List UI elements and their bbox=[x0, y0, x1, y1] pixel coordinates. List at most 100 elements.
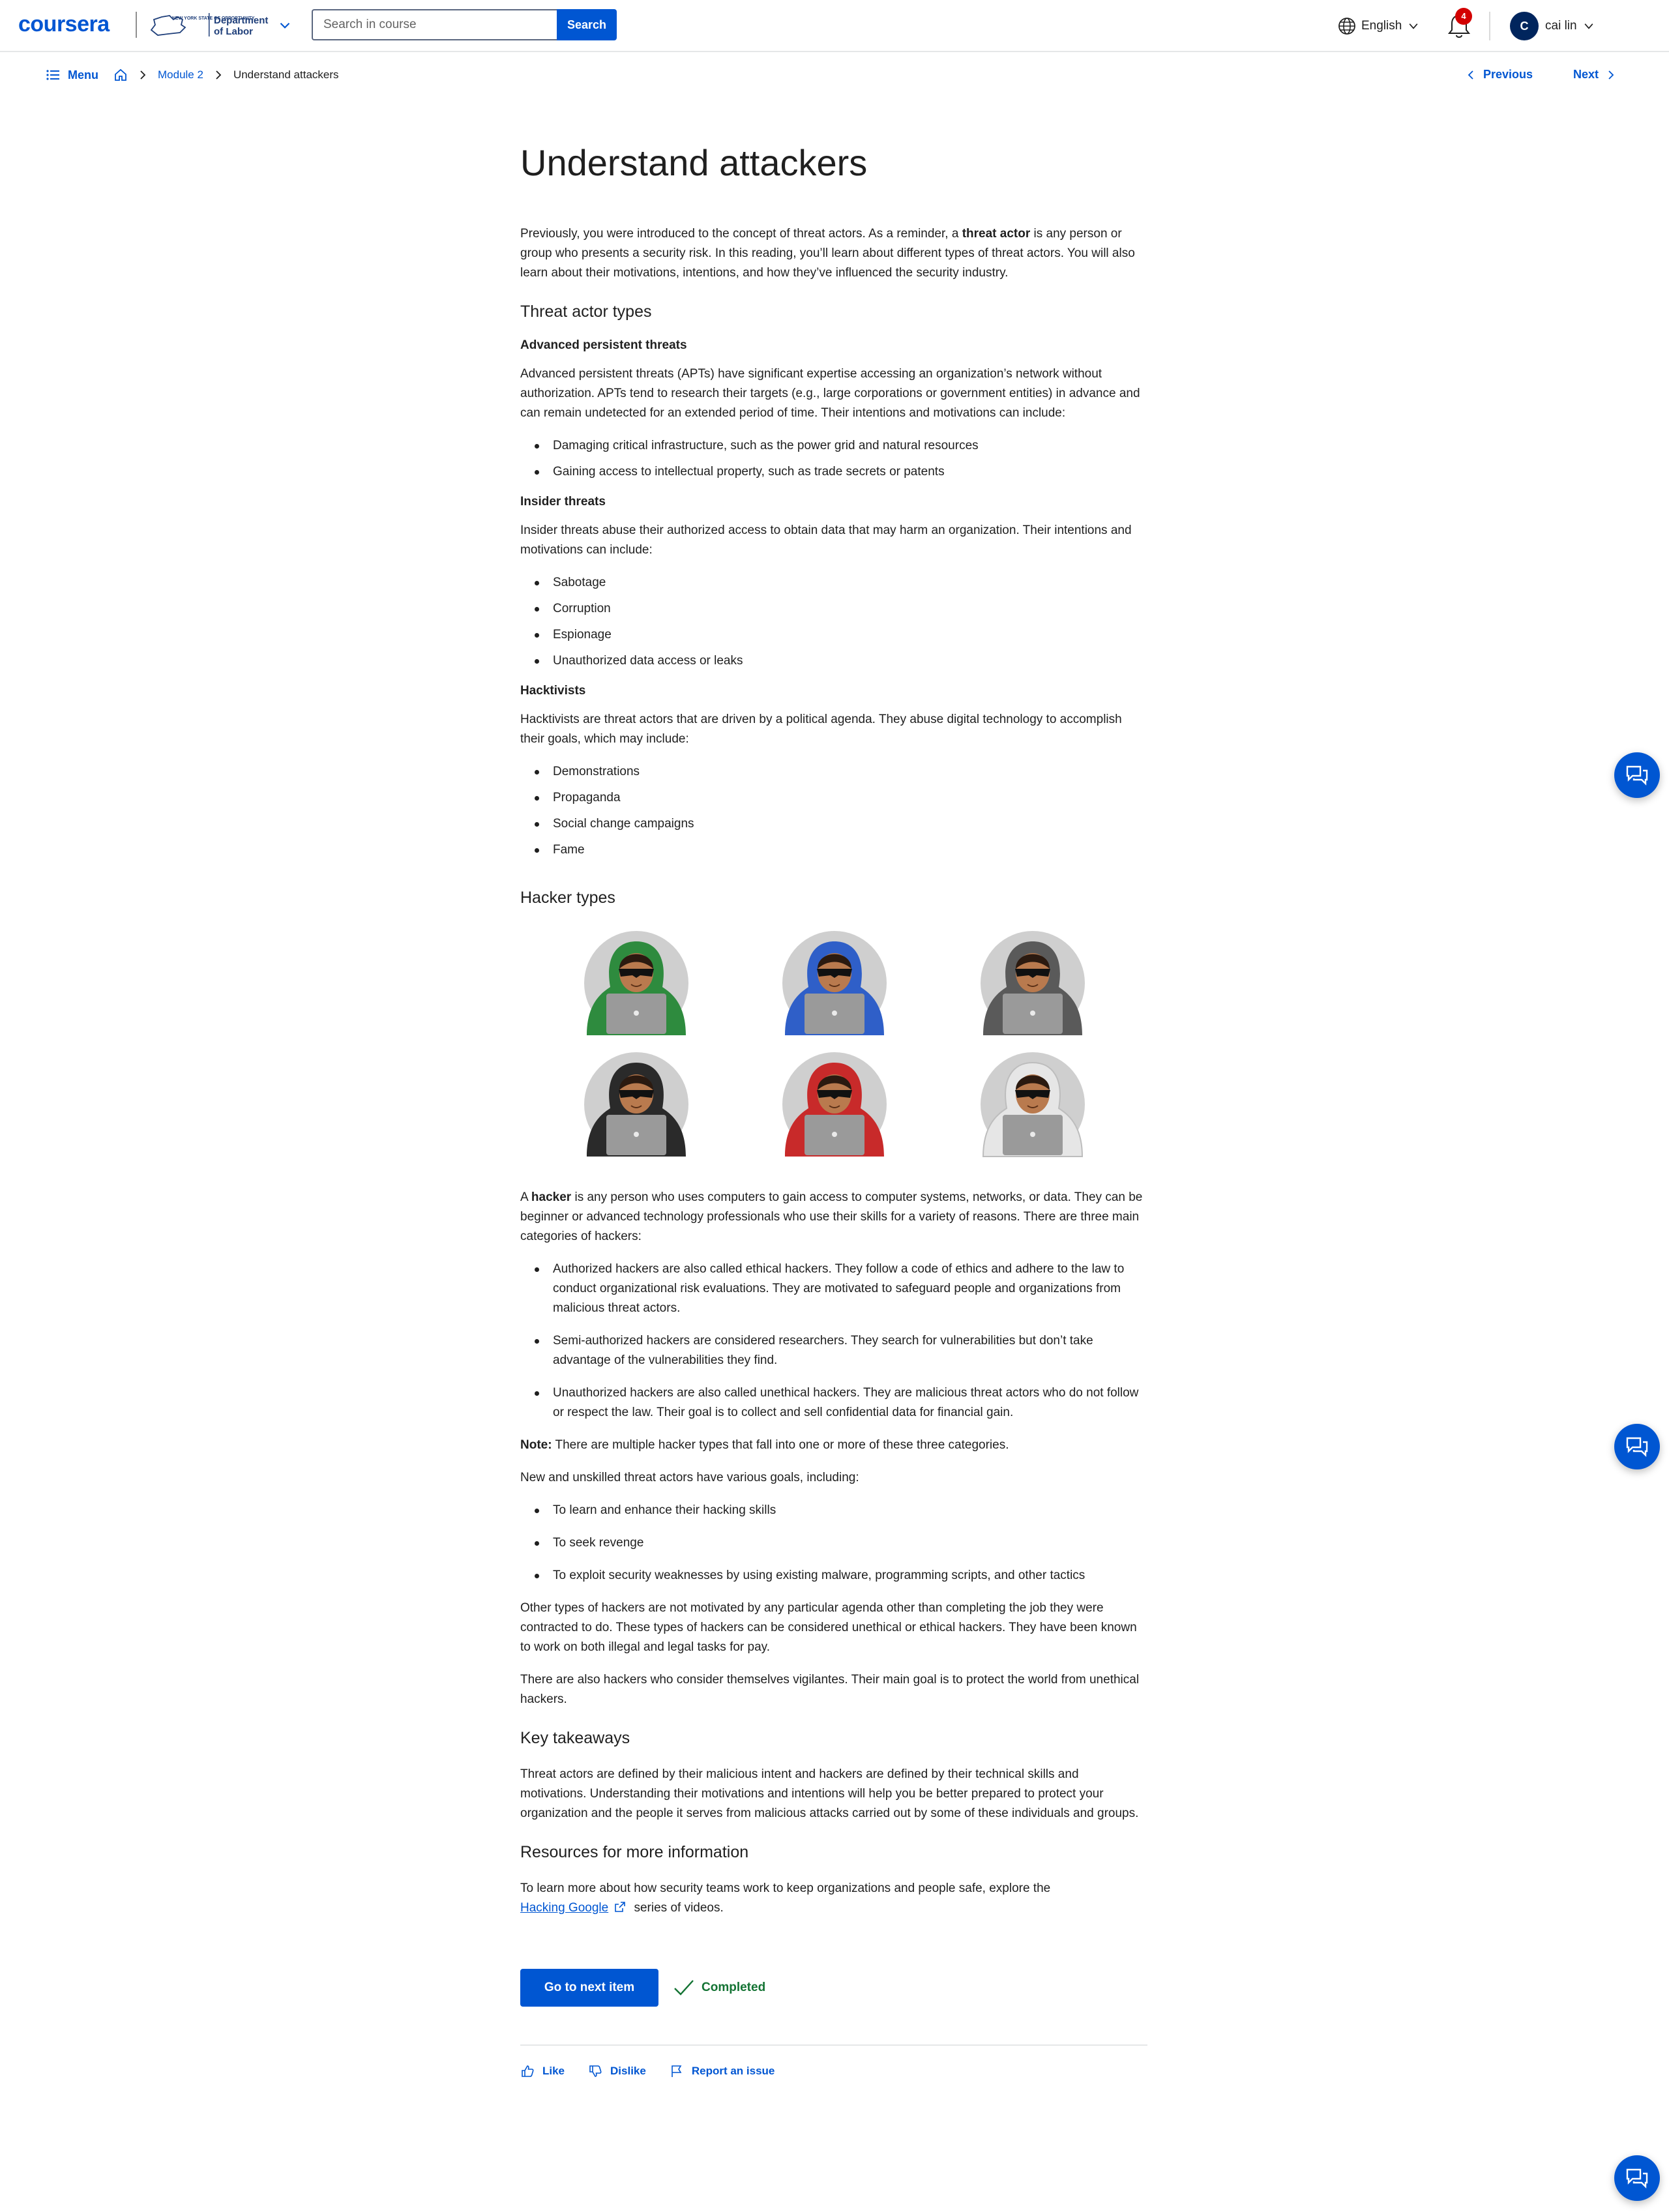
hacker-types-illustration bbox=[584, 931, 1085, 1157]
chat-assistant-button[interactable] bbox=[1614, 2155, 1660, 2201]
dislike-label: Dislike bbox=[610, 2065, 646, 2077]
previous-label: Previous bbox=[1483, 68, 1533, 81]
list-item: Unauthorized hackers are also called une… bbox=[520, 1383, 1147, 1423]
chat-bubbles-icon bbox=[1626, 1437, 1648, 1457]
flag-icon bbox=[672, 2065, 682, 2077]
list-item: Corruption bbox=[520, 599, 1147, 619]
chat-assistant-button[interactable] bbox=[1614, 1424, 1660, 1469]
hacktivists-paragraph: Hacktivists are threat actors that are d… bbox=[520, 713, 1122, 746]
next-label: Next bbox=[1573, 68, 1599, 81]
search-button[interactable]: Search bbox=[557, 9, 617, 40]
external-link-icon bbox=[615, 1902, 626, 1912]
hacktivists-heading: Hacktivists bbox=[520, 684, 586, 698]
key-takeaways-heading: Key takeaways bbox=[520, 1729, 630, 1747]
key-takeaways-paragraph: Threat actors are defined by their malic… bbox=[520, 1767, 1139, 1820]
list-item: Sabotage bbox=[520, 573, 1147, 593]
chat-assistant-button[interactable] bbox=[1614, 752, 1660, 798]
hacker-figure bbox=[981, 1052, 1085, 1157]
ny-department-of-labor-logo[interactable]: NEW YORK STATE OF OPPORTUNITY. Departmen… bbox=[149, 10, 273, 39]
like-label: Like bbox=[542, 2065, 565, 2077]
chevron-left-icon bbox=[1468, 70, 1473, 80]
thumbs-down-icon bbox=[589, 2065, 602, 2077]
completed-status: Completed bbox=[673, 1978, 765, 1998]
chevron-down-icon bbox=[1409, 23, 1418, 29]
hacker-types-heading: Hacker types bbox=[520, 889, 615, 907]
notification-count-badge: 4 bbox=[1455, 8, 1472, 25]
completed-label: Completed bbox=[702, 1981, 766, 1994]
list-item: Semi-authorized hackers are considered r… bbox=[520, 1331, 1147, 1370]
header-divider bbox=[1489, 12, 1490, 40]
chevron-right-icon bbox=[1608, 70, 1614, 80]
apt-list: Damaging critical infrastructure, such a… bbox=[520, 436, 1147, 482]
list-item: To learn and enhance their hacking skill… bbox=[520, 1501, 1147, 1520]
breadcrumb-module[interactable]: Module 2 bbox=[158, 68, 203, 81]
insider-paragraph: Insider threats abuse their authorized a… bbox=[520, 524, 1132, 557]
avatar[interactable]: C bbox=[1510, 12, 1539, 40]
chevron-down-icon[interactable] bbox=[276, 17, 293, 34]
insider-heading: Insider threats bbox=[520, 495, 606, 509]
reading-content: Understand attackers Previously, you wer… bbox=[520, 138, 1147, 2078]
partner-line-2: of Labor bbox=[214, 26, 253, 37]
intro-paragraph: Previously, you were introduced to the c… bbox=[520, 227, 1135, 280]
note-paragraph: Note: There are multiple hacker types th… bbox=[520, 1438, 1009, 1452]
hacktivists-list: Demonstrations Propaganda Social change … bbox=[520, 762, 1147, 860]
hacker-figure bbox=[584, 931, 688, 1035]
hacker-figure bbox=[981, 931, 1085, 1035]
list-item: Fame bbox=[520, 840, 1147, 860]
hacking-google-link[interactable]: Hacking Google bbox=[520, 1901, 608, 1915]
new-actors-list: To learn and enhance their hacking skill… bbox=[520, 1501, 1147, 1585]
next-button[interactable]: Next bbox=[1573, 68, 1617, 81]
vigilantes-paragraph: There are also hackers who consider them… bbox=[520, 1673, 1140, 1706]
list-item: Espionage bbox=[520, 625, 1147, 645]
item-navigation: Previous Next bbox=[1465, 68, 1617, 81]
coursera-logo[interactable]: coursera bbox=[18, 12, 110, 37]
list-item: Unauthorized data access or leaks bbox=[520, 651, 1147, 671]
menu-label: Menu bbox=[68, 68, 98, 81]
chevron-right-icon bbox=[216, 70, 222, 80]
menu-button[interactable]: Menu bbox=[46, 68, 98, 82]
threat-actor-types-heading: Threat actor types bbox=[520, 302, 652, 321]
content-divider bbox=[520, 2044, 1147, 2046]
dislike-button[interactable]: Dislike bbox=[588, 2064, 646, 2078]
hacker-figure bbox=[782, 931, 887, 1035]
chat-bubbles-icon bbox=[1626, 2168, 1648, 2189]
checkmark-icon bbox=[674, 1980, 694, 1996]
language-selector[interactable]: English bbox=[1338, 16, 1420, 37]
like-button[interactable]: Like bbox=[520, 2064, 565, 2078]
insider-list: Sabotage Corruption Espionage Unauthoriz… bbox=[520, 573, 1147, 671]
go-to-next-item-button[interactable]: Go to next item bbox=[520, 1969, 658, 2007]
list-item: Gaining access to intellectual property,… bbox=[520, 462, 1147, 482]
list-item: Damaging critical infrastructure, such a… bbox=[520, 436, 1147, 456]
user-menu[interactable]: cai lin bbox=[1545, 16, 1595, 37]
hacker-categories-list: Authorized hackers are also called ethic… bbox=[520, 1260, 1147, 1423]
chat-bubbles-icon bbox=[1626, 765, 1648, 786]
list-menu-icon bbox=[46, 70, 59, 80]
other-types-paragraph: Other types of hackers are not motivated… bbox=[520, 1601, 1137, 1654]
feedback-bar: Like Dislike Report an issue bbox=[520, 2064, 1147, 2078]
thumbs-up-icon bbox=[522, 2065, 534, 2077]
top-header: coursera NEW YORK STATE OF OPPORTUNITY. … bbox=[0, 0, 1669, 52]
breadcrumb: Module 2 Understand attackers bbox=[113, 68, 339, 82]
course-subnav: Menu Module 2 Understand attackers Previ… bbox=[0, 63, 1669, 91]
language-label: English bbox=[1361, 19, 1402, 33]
report-issue-button[interactable]: Report an issue bbox=[670, 2064, 775, 2078]
partner-line-1: Department bbox=[214, 15, 268, 26]
list-item: To seek revenge bbox=[520, 1533, 1147, 1553]
breadcrumb-current: Understand attackers bbox=[233, 68, 339, 81]
list-item: To exploit security weaknesses by using … bbox=[520, 1566, 1147, 1585]
hacker-figure bbox=[782, 1052, 887, 1157]
new-actors-paragraph: New and unskilled threat actors have var… bbox=[520, 1471, 859, 1484]
list-item: Authorized hackers are also called ethic… bbox=[520, 1260, 1147, 1318]
apt-paragraph: Advanced persistent threats (APTs) have … bbox=[520, 367, 1140, 420]
search-input[interactable] bbox=[312, 9, 557, 40]
home-icon[interactable] bbox=[113, 68, 128, 82]
page-title: Understand attackers bbox=[520, 142, 868, 183]
resources-paragraph: To learn more about how security teams w… bbox=[520, 1881, 1051, 1915]
chevron-right-icon bbox=[140, 70, 146, 80]
list-item: Propaganda bbox=[520, 788, 1147, 808]
chevron-down-icon bbox=[1584, 23, 1593, 29]
previous-button[interactable]: Previous bbox=[1465, 68, 1533, 81]
user-name: cai lin bbox=[1545, 19, 1577, 33]
list-item: Social change campaigns bbox=[520, 814, 1147, 834]
globe-icon bbox=[1338, 18, 1355, 35]
